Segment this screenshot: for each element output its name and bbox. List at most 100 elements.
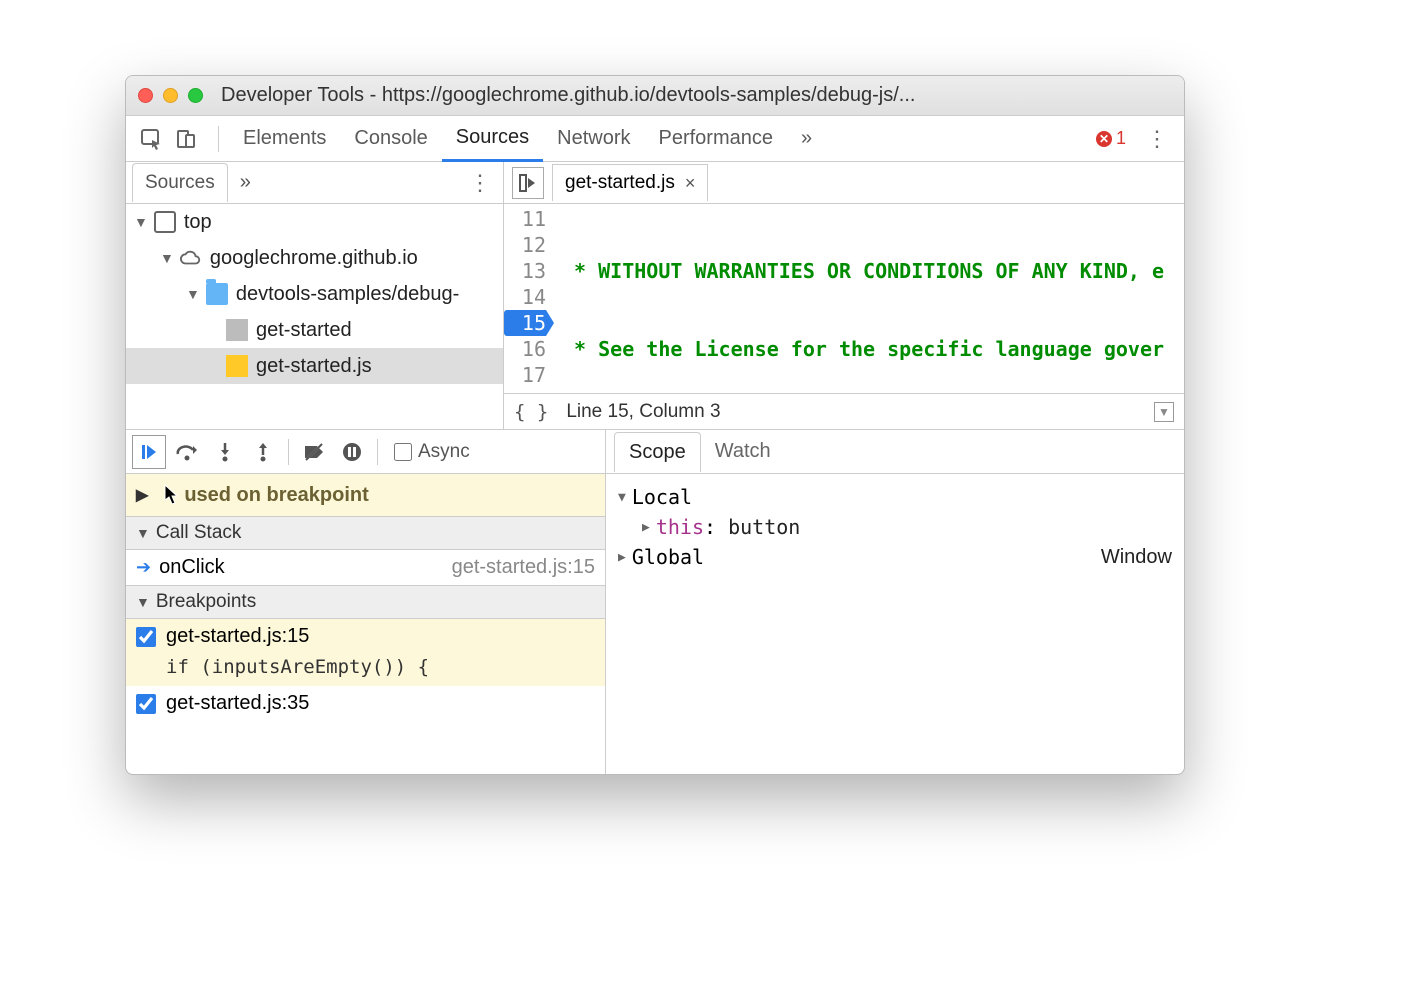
paused-banner[interactable]: ▶ used on breakpoint bbox=[126, 474, 605, 516]
disclosure-icon: ▶ bbox=[136, 485, 148, 505]
deactivate-breakpoints-button[interactable] bbox=[297, 435, 331, 469]
code-line: * See the License for the specific langu… bbox=[562, 337, 1164, 361]
status-dropdown-icon[interactable]: ▼ bbox=[1154, 402, 1174, 422]
scope-panel: Scope Watch ▼ Local ▶ this: button ▶ Glo… bbox=[606, 430, 1184, 774]
disclosure-icon: ▼ bbox=[186, 286, 200, 302]
close-window-button[interactable] bbox=[138, 88, 153, 103]
frame-location: get-started.js:15 bbox=[452, 556, 595, 579]
editor-status: { } Line 15, Column 3 ▼ bbox=[504, 393, 1184, 429]
scope-local[interactable]: ▼ Local bbox=[618, 482, 1172, 512]
zoom-window-button[interactable] bbox=[188, 88, 203, 103]
breakpoint-location: get-started.js:15 bbox=[166, 625, 309, 648]
navigator-menu-icon[interactable]: ⋮ bbox=[457, 170, 503, 196]
breakpoints-header[interactable]: ▼ Breakpoints bbox=[126, 585, 605, 619]
minimize-window-button[interactable] bbox=[163, 88, 178, 103]
cloud-icon bbox=[180, 247, 202, 269]
divider bbox=[377, 439, 378, 465]
disclosure-icon: ▼ bbox=[160, 250, 174, 266]
async-checkbox[interactable]: Async bbox=[394, 441, 470, 463]
tree-label: get-started.js bbox=[256, 355, 372, 378]
tree-file-js[interactable]: get-started.js bbox=[126, 348, 503, 384]
tree-label: googlechrome.github.io bbox=[210, 247, 418, 270]
tab-scope[interactable]: Scope bbox=[614, 432, 701, 472]
tab-watch[interactable]: Watch bbox=[701, 432, 785, 471]
tree-label: devtools-samples/debug- bbox=[236, 283, 459, 306]
navigator-tab-sources[interactable]: Sources bbox=[132, 163, 228, 202]
variable-name: this bbox=[656, 515, 704, 539]
navigator-tabs-overflow[interactable]: » bbox=[228, 171, 263, 194]
cursor-position: Line 15, Column 3 bbox=[566, 401, 720, 423]
traffic-lights bbox=[138, 88, 203, 103]
tree-domain[interactable]: ▼ googlechrome.github.io bbox=[126, 240, 503, 276]
scope-variable[interactable]: ▶ this: button bbox=[618, 512, 1172, 542]
async-label: Async bbox=[418, 441, 470, 463]
disclosure-icon: ▼ bbox=[136, 594, 150, 610]
cursor-icon bbox=[164, 484, 180, 512]
tab-network[interactable]: Network bbox=[543, 117, 644, 160]
scope-tabs: Scope Watch bbox=[606, 430, 1184, 474]
section-title: Call Stack bbox=[156, 522, 242, 544]
code-line: * WITHOUT WARRANTIES OR CONDITIONS OF AN… bbox=[562, 259, 1164, 283]
breakpoint-item[interactable]: get-started.js:35 bbox=[126, 686, 605, 721]
line-gutter: 11121314151617 bbox=[504, 204, 552, 393]
tab-performance[interactable]: Performance bbox=[645, 117, 788, 160]
main-tabstrip: Elements Console Sources Network Perform… bbox=[126, 116, 1184, 162]
window-title: Developer Tools - https://googlechrome.g… bbox=[221, 84, 915, 107]
error-icon: ✕ bbox=[1096, 131, 1112, 147]
call-stack-frame[interactable]: ➔ onClick get-started.js:15 bbox=[126, 550, 605, 585]
debugger-drawer: Async ▶ used on breakpoint ▼ Call Stack … bbox=[126, 429, 1184, 774]
tabs-overflow[interactable]: » bbox=[787, 117, 826, 160]
tab-sources[interactable]: Sources bbox=[442, 116, 543, 162]
breakpoint-checkbox[interactable] bbox=[136, 627, 156, 647]
tree-frame-top[interactable]: ▼ top bbox=[126, 204, 503, 240]
disclosure-icon: ▼ bbox=[134, 214, 148, 230]
scope-label: Global bbox=[632, 545, 704, 569]
file-tree: ▼ top ▼ googlechrome.github.io ▼ devtool… bbox=[126, 204, 503, 429]
breakpoint-code: if (inputsAreEmpty()) { bbox=[126, 654, 605, 686]
device-toolbar-icon[interactable] bbox=[172, 124, 202, 154]
inspect-element-icon[interactable] bbox=[136, 124, 166, 154]
scope-global[interactable]: ▶ Global Window bbox=[618, 542, 1172, 572]
error-indicator[interactable]: ✕ 1 bbox=[1096, 128, 1126, 149]
step-over-button[interactable] bbox=[170, 435, 204, 469]
editor-file-tab[interactable]: get-started.js × bbox=[552, 164, 708, 201]
breakpoint-item[interactable]: get-started.js:15 bbox=[126, 619, 605, 654]
tree-folder[interactable]: ▼ devtools-samples/debug- bbox=[126, 276, 503, 312]
frame-function: onClick bbox=[159, 556, 225, 579]
pretty-print-icon[interactable]: { } bbox=[514, 401, 548, 423]
settings-menu-icon[interactable]: ⋮ bbox=[1140, 126, 1174, 152]
folder-icon bbox=[206, 283, 228, 305]
tab-elements[interactable]: Elements bbox=[229, 117, 340, 160]
source-text: * WITHOUT WARRANTIES OR CONDITIONS OF AN… bbox=[552, 204, 1184, 393]
navigator-panel: Sources » ⋮ ▼ top ▼ googlechrome.github.… bbox=[126, 162, 504, 429]
disclosure-icon: ▶ bbox=[642, 520, 650, 535]
call-stack-header[interactable]: ▼ Call Stack bbox=[126, 516, 605, 550]
async-checkbox-input[interactable] bbox=[394, 443, 412, 461]
divider bbox=[288, 439, 289, 465]
step-out-button[interactable] bbox=[246, 435, 280, 469]
tree-file-html[interactable]: get-started bbox=[126, 312, 503, 348]
show-navigator-icon[interactable] bbox=[512, 167, 544, 199]
code-editor[interactable]: 11121314151617 * WITHOUT WARRANTIES OR C… bbox=[504, 204, 1184, 393]
tree-label: get-started bbox=[256, 319, 352, 342]
editor-tabbar: get-started.js × bbox=[504, 162, 1184, 204]
close-tab-icon[interactable]: × bbox=[685, 173, 696, 194]
disclosure-icon: ▶ bbox=[618, 550, 626, 565]
file-icon bbox=[226, 319, 248, 341]
window-titlebar: Developer Tools - https://googlechrome.g… bbox=[126, 76, 1184, 116]
tab-console[interactable]: Console bbox=[340, 117, 441, 160]
navigator-tabs: Sources » ⋮ bbox=[126, 162, 503, 204]
scope-tree: ▼ Local ▶ this: button ▶ Global Window bbox=[606, 474, 1184, 774]
js-file-icon bbox=[226, 355, 248, 377]
resume-button[interactable] bbox=[132, 435, 166, 469]
debugger-sidebar: Async ▶ used on breakpoint ▼ Call Stack … bbox=[126, 430, 606, 774]
current-frame-icon: ➔ bbox=[136, 557, 151, 578]
pause-on-exceptions-button[interactable] bbox=[335, 435, 369, 469]
devtools-window: Developer Tools - https://googlechrome.g… bbox=[125, 75, 1185, 775]
variable-value: button bbox=[728, 515, 800, 539]
disclosure-icon: ▼ bbox=[136, 525, 150, 541]
breakpoint-checkbox[interactable] bbox=[136, 694, 156, 714]
disclosure-icon: ▼ bbox=[618, 490, 626, 505]
step-into-button[interactable] bbox=[208, 435, 242, 469]
editor-panel: get-started.js × 11121314151617 * WITHOU… bbox=[504, 162, 1184, 429]
